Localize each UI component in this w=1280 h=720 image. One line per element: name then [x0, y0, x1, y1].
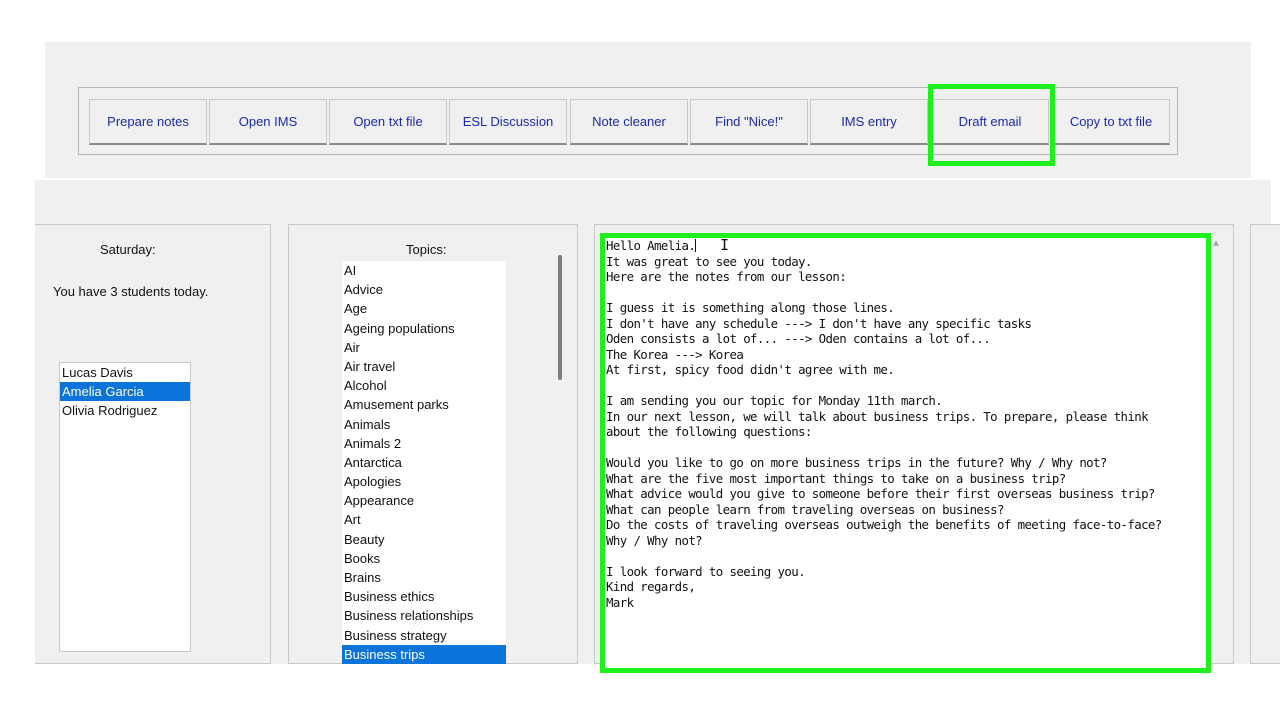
list-item[interactable]: Business relationships: [342, 606, 506, 625]
email-line: I look forward to seeing you.: [606, 563, 806, 579]
email-line: Why / Why not?: [606, 532, 703, 548]
email-line: [606, 440, 1207, 456]
email-line: Do the costs of traveling overseas outwe…: [606, 517, 1162, 532]
open-txt-file-button[interactable]: Open txt file: [329, 99, 447, 145]
ibeam-cursor-icon: I: [720, 236, 730, 254]
list-item[interactable]: Olivia Rodriguez: [60, 401, 190, 420]
list-item[interactable]: Amelia Garcia: [60, 382, 190, 402]
scroll-up-arrow-icon[interactable]: ▲: [1211, 238, 1221, 249]
list-item[interactable]: Business trips: [342, 644, 506, 664]
list-item[interactable]: Books: [342, 549, 506, 568]
list-item[interactable]: Brains: [342, 568, 506, 587]
list-item[interactable]: Antarctica: [342, 453, 506, 472]
email-line: Kind regards,: [606, 579, 696, 594]
note-cleaner-button[interactable]: Note cleaner: [570, 99, 688, 145]
topics-scrollbar[interactable]: [558, 255, 562, 380]
list-item[interactable]: Advice: [342, 280, 506, 299]
email-line: Here are the notes from our lesson:: [606, 269, 847, 284]
email-line: What can people learn from traveling ove…: [606, 501, 1004, 517]
list-item[interactable]: Apologies: [342, 472, 506, 491]
side-panel: [1250, 224, 1280, 664]
list-item[interactable]: Air: [342, 338, 506, 357]
copy-to-txt-file-button[interactable]: Copy to txt file: [1052, 99, 1170, 145]
email-line: In our next lesson, we will talk about b…: [606, 408, 1149, 424]
email-line: about the following questions:: [606, 424, 812, 439]
find-nice-button[interactable]: Find "Nice!": [690, 99, 808, 145]
draft-email-button[interactable]: Draft email: [931, 99, 1049, 145]
email-line: Would you like to go on more business tr…: [606, 455, 1107, 470]
email-line: What advice would you give to someone be…: [606, 486, 1155, 501]
list-item[interactable]: Age: [342, 299, 506, 318]
toolbar: Prepare notes Open IMS Open txt file ESL…: [78, 87, 1178, 155]
list-item[interactable]: Animals 2: [342, 434, 506, 453]
list-item[interactable]: Lucas Davis: [60, 363, 190, 382]
email-line: [606, 548, 1207, 564]
list-item[interactable]: Air travel: [342, 357, 506, 376]
email-editor[interactable]: Hello Amelia. It was great to see you to…: [603, 236, 1207, 664]
topic-list[interactable]: AI Advice Age Ageing populations Air Air…: [342, 261, 506, 665]
email-line: What are the five most important things …: [606, 470, 1066, 486]
topics-panel: Topics: AI Advice Age Ageing populations…: [288, 224, 578, 665]
day-panel: Saturday: You have 3 students today. Luc…: [35, 224, 271, 664]
email-line: Oden consists a lot of... ---> Oden cont…: [606, 331, 991, 346]
email-line: I don't have any schedule ---> I don't h…: [606, 315, 1032, 331]
email-line: Hello Amelia.: [606, 238, 697, 253]
list-item[interactable]: Amusement parks: [342, 395, 506, 414]
ims-entry-button[interactable]: IMS entry: [810, 99, 928, 145]
email-line: I am sending you our topic for Monday 11…: [606, 393, 943, 408]
list-item[interactable]: Business ethics: [342, 587, 506, 606]
list-item[interactable]: Alcohol: [342, 376, 506, 395]
day-label: Saturday:: [100, 242, 156, 257]
email-line: [606, 285, 1207, 301]
email-line: I guess it is something along those line…: [606, 300, 895, 315]
email-line: Mark: [606, 594, 634, 610]
email-line: It was great to see you today.: [606, 253, 812, 269]
text-caret: [695, 239, 697, 252]
prepare-notes-button[interactable]: Prepare notes: [89, 99, 207, 145]
student-list[interactable]: Lucas Davis Amelia Garcia Olivia Rodrigu…: [59, 362, 191, 652]
list-item[interactable]: Ageing populations: [342, 319, 506, 338]
email-line: The Korea ---> Korea: [606, 346, 744, 362]
list-item[interactable]: AI: [342, 261, 506, 280]
list-item[interactable]: Art: [342, 510, 506, 529]
list-item[interactable]: Business strategy: [342, 626, 506, 645]
open-ims-button[interactable]: Open IMS: [209, 99, 327, 145]
email-line: [606, 378, 1207, 394]
list-item[interactable]: Appearance: [342, 491, 506, 510]
students-message: You have 3 students today.: [53, 284, 209, 299]
esl-discussion-button[interactable]: ESL Discussion: [449, 99, 567, 145]
list-item[interactable]: Beauty: [342, 530, 506, 549]
list-item[interactable]: Animals: [342, 415, 506, 434]
email-line: At first, spicy food didn't agree with m…: [606, 362, 895, 377]
topics-heading: Topics:: [406, 242, 447, 257]
